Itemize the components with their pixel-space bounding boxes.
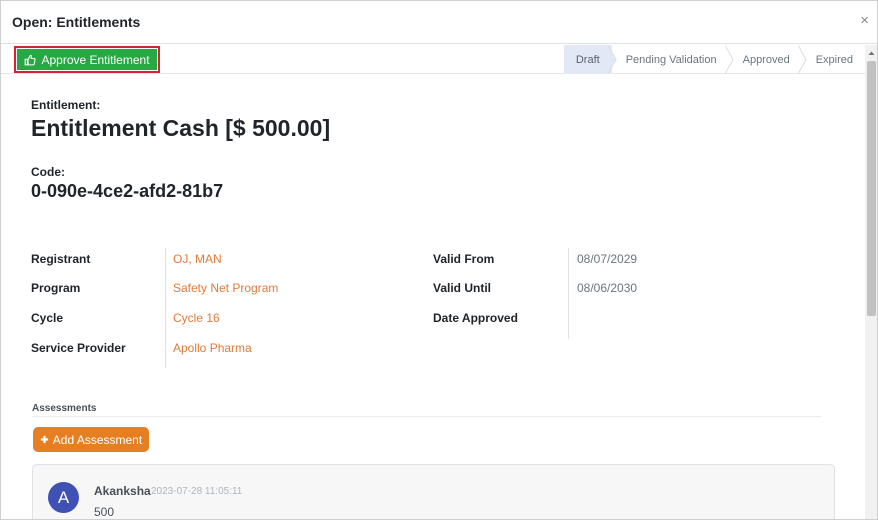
assessments-section-label: Assessments (32, 403, 97, 414)
code-label: Code: (31, 165, 65, 179)
assessment-author: Akanksha (94, 484, 151, 498)
stage-label: Approved (742, 53, 790, 66)
entitlement-dialog: Open: Entitlements × Approve Entitlement… (0, 0, 878, 520)
right-column-divider (568, 248, 569, 339)
stage-draft[interactable]: Draft (563, 45, 617, 74)
program-link[interactable]: Safety Net Program (173, 281, 278, 295)
add-assessment-button[interactable]: Add Assessment (33, 427, 149, 452)
status-bar: Approve Entitlement Draft Pending Valida… (1, 45, 865, 74)
entitlement-label: Entitlement: (31, 98, 101, 112)
scroll-up-arrow-icon[interactable] (865, 47, 878, 59)
form-content: Entitlement: Entitlement Cash [$ 500.00]… (1, 75, 865, 519)
valid-from-label: Valid From (433, 252, 495, 266)
dialog-header: Open: Entitlements × (1, 1, 877, 44)
plus-icon (40, 435, 48, 444)
program-label: Program (31, 281, 81, 295)
valid-until-value: 08/06/2030 (577, 281, 638, 295)
registrant-label: Registrant (31, 252, 91, 266)
stage-expired[interactable]: Expired (802, 45, 865, 74)
valid-until-label: Valid Until (433, 281, 492, 295)
stage-label: Expired (815, 53, 853, 66)
close-icon[interactable]: × (860, 12, 869, 29)
code-value: 0-090e-4ce2-afd2-81b7 (31, 181, 224, 201)
service-provider-link[interactable]: Apollo Pharma (173, 341, 252, 355)
stage-chevron (797, 45, 807, 74)
approve-entitlement-button[interactable]: Approve Entitlement (17, 49, 157, 70)
avatar: A (48, 482, 79, 513)
registrant-link[interactable]: OJ, MAN (173, 252, 222, 266)
stage-label: Draft (575, 53, 600, 66)
approve-button-label: Approve Entitlement (41, 52, 150, 67)
stage-chevron (607, 45, 617, 74)
stage-pending-validation[interactable]: Pending Validation (612, 45, 734, 74)
cycle-label: Cycle (31, 311, 64, 325)
date-approved-label: Date Approved (433, 311, 518, 325)
vertical-scrollbar[interactable] (865, 45, 878, 519)
add-assessment-label: Add Assessment (52, 432, 143, 447)
stage-chevron (724, 45, 734, 74)
thumbs-up-icon (25, 54, 37, 65)
valid-from-value: 08/07/2029 (577, 252, 638, 266)
dialog-title: Open: Entitlements (12, 14, 141, 30)
cycle-link[interactable]: Cycle 16 (173, 311, 220, 325)
status-stages: Draft Pending Validation Approved Expire… (563, 45, 865, 74)
assessments-divider (32, 416, 821, 417)
stage-label: Pending Validation (625, 53, 717, 66)
approve-highlight-box: Approve Entitlement (14, 46, 160, 73)
assessment-item: A Akanksha 2023-07-28 11:05:11 500 (32, 464, 835, 519)
entitlement-name: Entitlement Cash [$ 500.00] (31, 115, 331, 141)
assessment-timestamp: 2023-07-28 11:05:11 (151, 486, 243, 497)
scrollbar-thumb[interactable] (867, 61, 876, 316)
service-provider-label: Service Provider (31, 341, 126, 355)
assessment-text: 500 (94, 505, 115, 519)
left-column-divider (165, 248, 166, 368)
stage-approved[interactable]: Approved (729, 45, 807, 74)
